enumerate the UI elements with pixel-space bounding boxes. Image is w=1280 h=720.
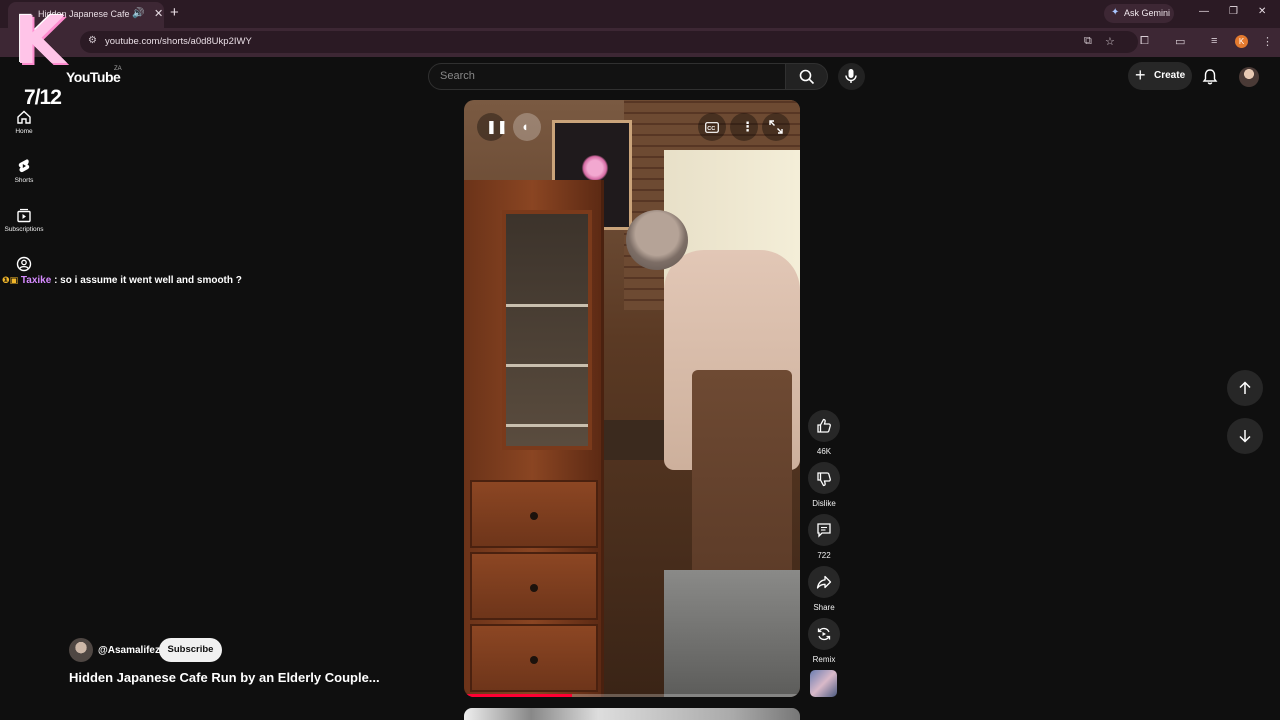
remix-icon	[817, 627, 831, 641]
home-icon	[17, 110, 31, 124]
browser-profile-avatar[interactable]: K	[1235, 35, 1248, 48]
address-bar[interactable]: ⚙ youtube.com/shorts/a0d8Ukp2IWY ⧉ ☆	[80, 31, 1138, 53]
new-tab-button[interactable]: +	[170, 4, 179, 21]
svg-text:CC: CC	[707, 126, 715, 132]
extensions-icon[interactable]: ⧠	[1140, 35, 1149, 48]
search-icon	[799, 69, 815, 85]
streamer-k-badge: K	[8, 2, 80, 84]
browser-toolbar: ⚙ youtube.com/shorts/a0d8Ukp2IWY ⧉ ☆ ⧠ ▭…	[0, 28, 1280, 57]
url-text: youtube.com/shorts/a0d8Ukp2IWY	[105, 36, 252, 47]
comment-icon	[817, 523, 831, 538]
account-icon	[16, 256, 32, 272]
shorts-icon	[18, 159, 30, 173]
video-title[interactable]: Hidden Japanese Cafe Run by an Elderly C…	[69, 670, 380, 685]
video-progress-bar[interactable]	[464, 694, 800, 697]
search-input[interactable]: Search	[428, 63, 786, 90]
share-label: Share	[813, 603, 835, 612]
sidebar-item-label: Home	[15, 128, 33, 135]
browser-tab-bar: Hidden Japanese Cafe Run 🔊 ✕ + ✦ Ask Gem…	[0, 0, 1280, 28]
install-app-icon[interactable]: ⧉	[1084, 35, 1092, 48]
tab-audio-icon[interactable]: 🔊	[132, 8, 144, 19]
ask-gemini-label: Ask Gemini	[1124, 8, 1171, 18]
menu-kebab-icon[interactable]: ⋮	[1262, 35, 1273, 48]
create-label: Create	[1154, 70, 1186, 81]
gemini-sparkle-icon: ✦	[1111, 7, 1120, 18]
region-code: ZA	[114, 66, 122, 72]
thumbs-up-icon	[817, 418, 831, 433]
next-short-preview[interactable]	[464, 708, 800, 720]
subscriptions-icon	[17, 208, 31, 223]
like-button[interactable]	[808, 410, 840, 442]
sidebar-item-label: Shorts	[14, 177, 34, 184]
arrow-down-icon	[1239, 430, 1251, 443]
remix-button[interactable]	[808, 618, 840, 650]
fullscreen-button[interactable]	[762, 113, 790, 141]
media-controls-icon[interactable]: ≡	[1211, 35, 1217, 47]
captions-button[interactable]: CC	[698, 113, 726, 141]
bookmark-star-icon[interactable]: ☆	[1105, 35, 1115, 48]
comment-count: 722	[817, 551, 831, 560]
chat-badge-icon: ❶▣	[2, 275, 19, 285]
pause-button[interactable]: ❚❚	[477, 113, 508, 141]
remix-label: Remix	[812, 655, 836, 664]
channel-handle[interactable]: @Asamalifez	[98, 645, 160, 656]
tab-close-icon[interactable]: ✕	[154, 7, 163, 20]
previous-short-button[interactable]	[1227, 370, 1263, 406]
captions-icon: CC	[705, 122, 719, 133]
comments-button[interactable]	[808, 514, 840, 546]
notifications-button[interactable]	[1202, 68, 1218, 85]
site-info-icon[interactable]: ⚙	[88, 35, 97, 46]
pause-icon: ❚❚	[486, 119, 508, 134]
video-counter: 7/12	[24, 86, 62, 109]
volume-button[interactable]: ◖	[513, 113, 541, 141]
badge-letter: K	[14, 2, 66, 79]
minimize-icon[interactable]: —	[1199, 6, 1209, 17]
shorts-video-player[interactable]: ❚❚ ◖ CC ⋮	[464, 100, 800, 697]
microphone-icon	[845, 69, 857, 83]
bell-icon	[1202, 69, 1218, 85]
kebab-icon: ⋮	[741, 119, 754, 134]
chat-text: : so i assume it went well and smooth ?	[54, 275, 242, 286]
chat-username: Taxike	[20, 275, 52, 286]
share-arrow-icon	[816, 575, 832, 589]
close-window-icon[interactable]: ✕	[1258, 6, 1266, 17]
channel-avatar[interactable]	[69, 638, 93, 662]
user-avatar[interactable]	[1239, 67, 1259, 87]
sidebar-item-shorts[interactable]: Shorts	[0, 158, 48, 184]
sound-thumbnail[interactable]	[810, 670, 837, 697]
chat-message: ❶▣ Taxike : so i assume it went well and…	[2, 275, 242, 286]
share-button[interactable]	[808, 566, 840, 598]
sidebar-item-subscriptions[interactable]: Subscriptions	[0, 207, 48, 233]
fullscreen-icon	[769, 120, 783, 134]
dislike-button[interactable]	[808, 462, 840, 494]
volume-icon: ◖	[521, 119, 529, 134]
more-options-button[interactable]: ⋮	[730, 113, 758, 141]
search-placeholder: Search	[440, 70, 475, 82]
sidebar-item-label: Subscriptions	[4, 226, 44, 233]
arrow-up-icon	[1239, 381, 1251, 394]
video-cabinet	[464, 180, 604, 697]
cast-icon[interactable]: ▭	[1175, 35, 1185, 48]
ask-gemini-button[interactable]: ✦ Ask Gemini	[1104, 4, 1174, 23]
dislike-label: Dislike	[812, 499, 836, 508]
thumbs-down-icon	[817, 472, 831, 487]
subscribe-button[interactable]: Subscribe	[159, 638, 222, 662]
search-button[interactable]	[786, 63, 828, 90]
voice-search-button[interactable]	[838, 63, 865, 90]
restore-icon[interactable]: ❐	[1229, 6, 1238, 17]
like-count: 46K	[816, 447, 832, 456]
create-button[interactable]: + Create	[1128, 62, 1192, 90]
next-short-button[interactable]	[1227, 418, 1263, 454]
sidebar-item-you[interactable]	[0, 256, 48, 272]
sidebar-item-home[interactable]: Home	[0, 109, 48, 135]
video-progress-fill	[464, 694, 572, 697]
plus-icon: +	[1135, 65, 1146, 85]
